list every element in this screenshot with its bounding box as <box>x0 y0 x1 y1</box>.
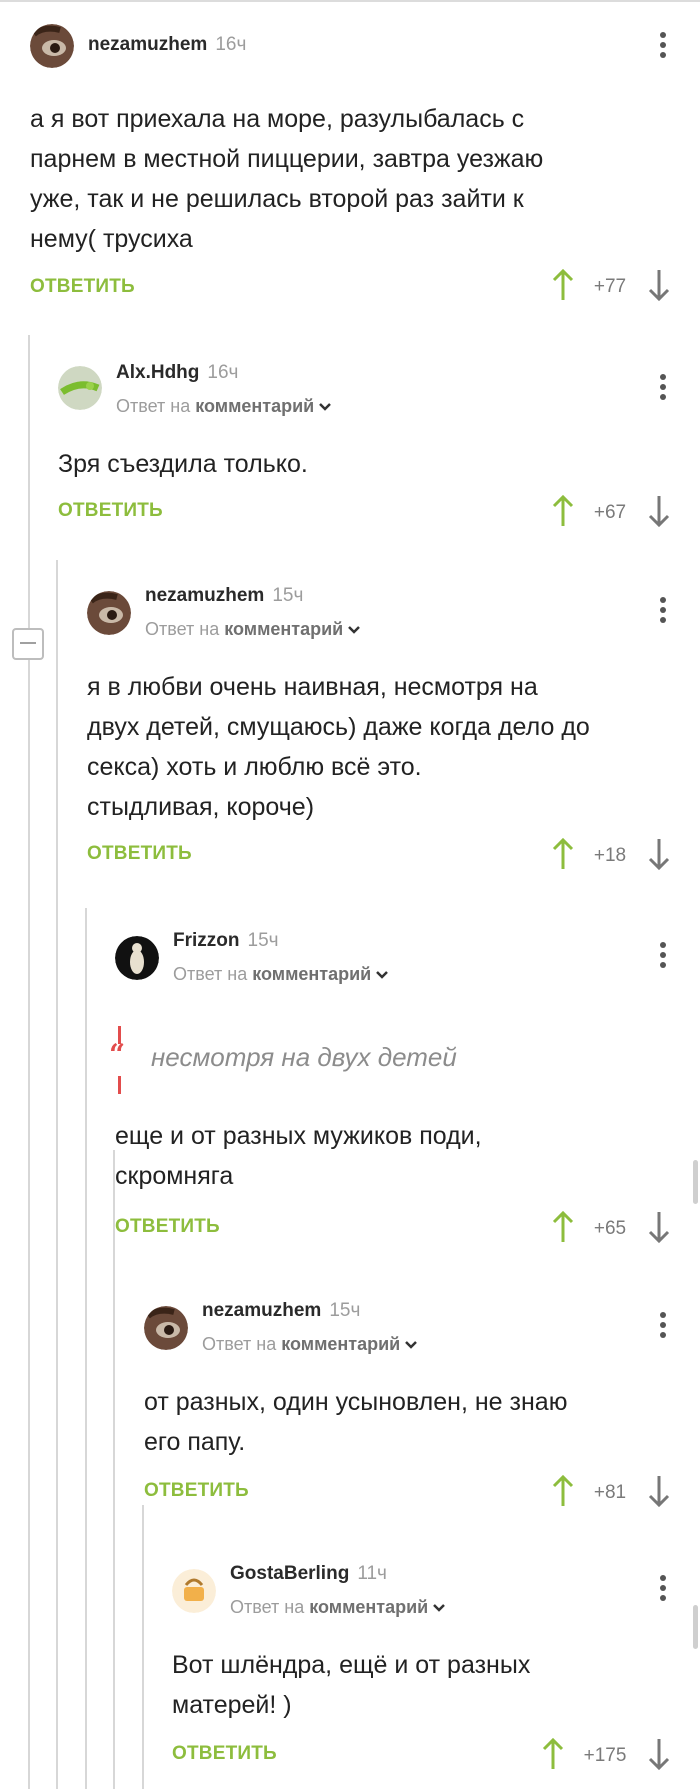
kebab-menu-icon[interactable] <box>660 1575 668 1605</box>
score: +77 <box>593 276 627 297</box>
arrow-up-icon[interactable] <box>552 1210 574 1244</box>
timestamp: 11ч <box>357 1563 387 1584</box>
comment-text: Вот шлёндра, ещё и от разных матерей! ) <box>172 1651 531 1719</box>
arrow-down-icon[interactable] <box>648 1474 670 1508</box>
reply-to-link[interactable]: Ответ на комментарий <box>116 396 332 417</box>
kebab-menu-icon[interactable] <box>660 1312 668 1342</box>
scrollbar[interactable] <box>693 1605 698 1649</box>
timestamp: 15ч <box>247 930 279 951</box>
collapse-thread-button[interactable] <box>12 628 44 660</box>
username[interactable]: nezamuzhem 16ч <box>88 34 246 56</box>
vote-controls: +65 <box>552 1210 672 1250</box>
comment: Alx.Hdhg 16ч Ответ на комментарий Зря съе… <box>58 360 680 540</box>
reply-to-link[interactable]: Ответ на комментарий <box>173 964 389 985</box>
comment: GostaBerling 11ч Ответ на комментарий Вот… <box>172 1563 680 1783</box>
kebab-menu-icon[interactable] <box>660 32 668 62</box>
comment-text: от разных, один усыновлен, не знаю его п… <box>144 1388 568 1456</box>
avatar[interactable] <box>58 366 102 410</box>
reply-button[interactable]: ОТВЕТИТЬ <box>30 276 135 298</box>
top-divider <box>0 0 700 2</box>
arrow-down-icon[interactable] <box>648 1737 670 1771</box>
timestamp: 16ч <box>207 362 239 383</box>
chevron-down-icon[interactable] <box>404 1340 418 1350</box>
username[interactable]: nezamuzhem 15ч <box>202 1300 360 1322</box>
reply-button[interactable]: ОТВЕТИТЬ <box>172 1743 277 1765</box>
reply-button[interactable]: ОТВЕТИТЬ <box>87 843 192 865</box>
username[interactable]: Frizzon 15ч <box>173 930 279 952</box>
score: +81 <box>593 1482 627 1503</box>
quote-bar <box>118 1076 121 1094</box>
reply-button[interactable]: ОТВЕТИТЬ <box>115 1216 220 1238</box>
chevron-down-icon[interactable] <box>347 625 361 635</box>
username[interactable]: GostaBerling 11ч <box>230 1563 387 1585</box>
collapse-icon <box>20 642 36 644</box>
avatar[interactable] <box>30 24 74 68</box>
comment: nezamuzhem 15ч Ответ на комментарий от ра… <box>144 1300 680 1510</box>
reply-button[interactable]: ОТВЕТИТЬ <box>58 500 163 522</box>
comment-text: еще и от разных мужиков поди, скромняга <box>115 1122 482 1190</box>
avatar[interactable] <box>172 1569 216 1613</box>
quote-icon: “ <box>109 1038 126 1071</box>
comment: nezamuzhem 15ч Ответ на комментарий я в л… <box>87 585 680 885</box>
arrow-up-icon[interactable] <box>552 494 574 528</box>
reply-to-link[interactable]: Ответ на комментарий <box>202 1334 418 1355</box>
timestamp: 16ч <box>215 34 247 55</box>
vote-controls: +18 <box>552 837 672 877</box>
scrollbar[interactable] <box>693 1160 698 1204</box>
score: +65 <box>593 1218 627 1239</box>
vote-controls: +77 <box>552 268 672 308</box>
comment-text: Зря съездила только. <box>58 450 308 478</box>
comment-text: я в любви очень наивная, несмотря на дву… <box>87 673 590 821</box>
username[interactable]: nezamuzhem 15ч <box>145 585 303 607</box>
thread-line <box>56 560 58 1789</box>
comment: nezamuzhem 16ч а я вот приехала на море, … <box>30 24 680 314</box>
avatar[interactable] <box>144 1306 188 1350</box>
thread-line <box>28 335 30 1789</box>
comment: Frizzon 15ч Ответ на комментарий “ несмот… <box>109 930 680 1250</box>
arrow-down-icon[interactable] <box>648 494 670 528</box>
reply-to-link[interactable]: Ответ на комментарий <box>230 1597 446 1618</box>
arrow-up-icon[interactable] <box>552 1474 574 1508</box>
arrow-up-icon[interactable] <box>552 268 574 302</box>
avatar[interactable] <box>115 936 159 980</box>
thread-line <box>85 908 87 1789</box>
score: +175 <box>583 1745 627 1766</box>
arrow-up-icon[interactable] <box>552 837 574 871</box>
reply-to-link[interactable]: Ответ на комментарий <box>145 619 361 640</box>
score: +67 <box>593 502 627 523</box>
vote-controls: +67 <box>552 494 672 534</box>
quote-text: несмотря на двух детей <box>151 1042 457 1072</box>
timestamp: 15ч <box>272 585 304 606</box>
comment-text: а я вот приехала на море, разулыбалась с… <box>30 105 544 253</box>
username[interactable]: Alx.Hdhg 16ч <box>116 362 238 384</box>
kebab-menu-icon[interactable] <box>660 942 668 972</box>
timestamp: 15ч <box>329 1300 361 1321</box>
chevron-down-icon[interactable] <box>375 970 389 980</box>
vote-controls: +81 <box>552 1474 672 1514</box>
chevron-down-icon[interactable] <box>318 402 332 412</box>
kebab-menu-icon[interactable] <box>660 597 668 627</box>
chevron-down-icon[interactable] <box>432 1603 446 1613</box>
arrow-up-icon[interactable] <box>542 1737 564 1771</box>
reply-button[interactable]: ОТВЕТИТЬ <box>144 1480 249 1502</box>
arrow-down-icon[interactable] <box>648 1210 670 1244</box>
arrow-down-icon[interactable] <box>648 837 670 871</box>
score: +18 <box>593 845 627 866</box>
thread-line <box>142 1505 144 1789</box>
kebab-menu-icon[interactable] <box>660 374 668 404</box>
vote-controls: +175 <box>542 1737 672 1777</box>
avatar[interactable] <box>87 591 131 635</box>
arrow-down-icon[interactable] <box>648 268 670 302</box>
